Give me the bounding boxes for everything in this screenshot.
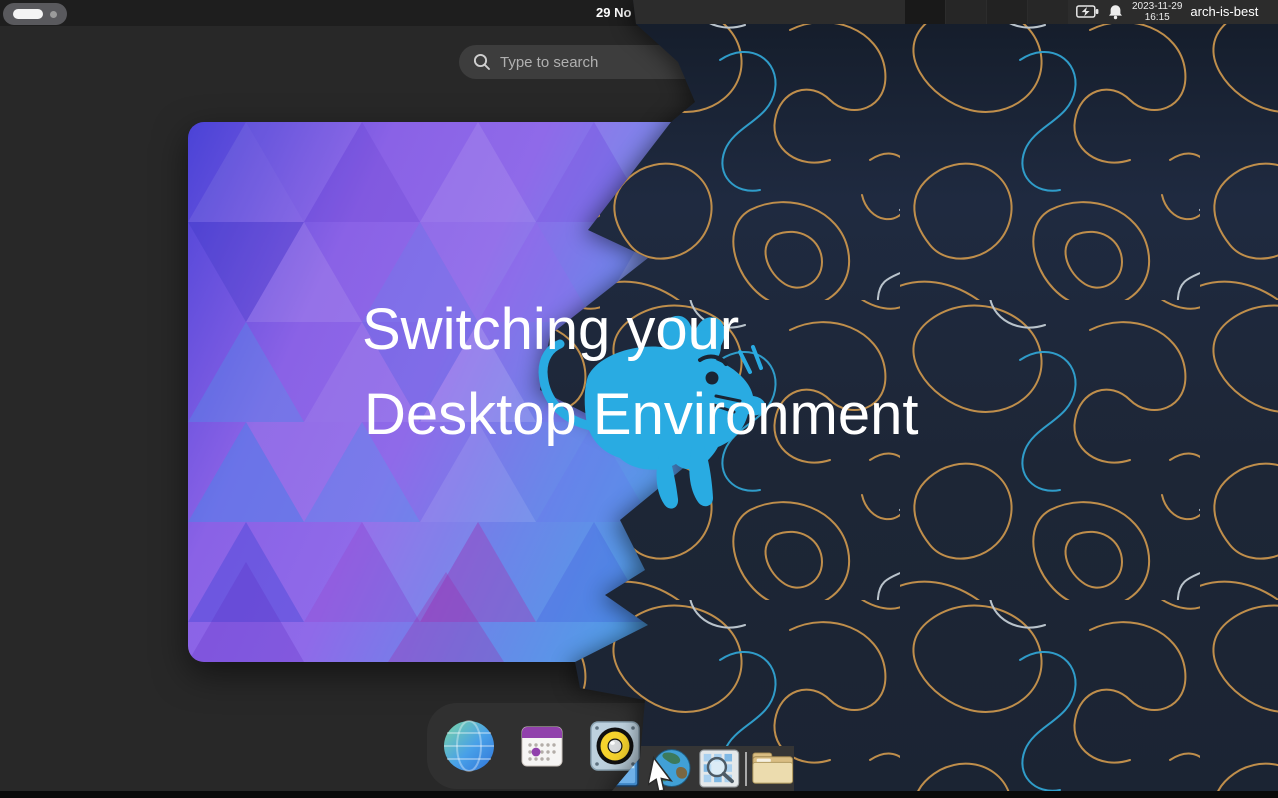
web-browser-globe-icon[interactable] (648, 747, 691, 791)
workspace-cell-1[interactable] (905, 0, 945, 24)
application-finder-icon[interactable] (699, 748, 741, 790)
web-browser-icon (443, 720, 495, 772)
title-line-1: Switching your (362, 296, 739, 363)
workspace-pager (905, 0, 1069, 24)
calendar-icon (520, 723, 564, 769)
dock-separator (745, 752, 747, 786)
workspace-dot (50, 11, 57, 18)
workspace-cell-4[interactable] (1028, 0, 1068, 24)
xfce-clock-time: 16:15 (1145, 12, 1170, 23)
hostname-label: arch-is-best (1190, 0, 1258, 24)
workspace-cell-2[interactable] (946, 0, 986, 24)
workspace-indicator[interactable] (3, 3, 67, 25)
speaker-icon (590, 721, 640, 771)
xfce-clock[interactable]: 2023-11-29 16:15 (1132, 0, 1182, 24)
bottom-letterbox (0, 791, 1278, 798)
xfce-clock-date: 2023-11-29 (1132, 1, 1182, 12)
dash-app-speaker[interactable] (589, 720, 641, 772)
xfce-tray: 2023-11-29 16:15 arch-is-best (1076, 0, 1258, 24)
notification-bell-icon[interactable] (1107, 4, 1124, 21)
title-line-2: Desktop Environment (364, 381, 918, 448)
file-manager-icon[interactable] (751, 750, 794, 788)
dash-app-web[interactable] (443, 720, 495, 772)
battery-icon[interactable] (1076, 5, 1099, 19)
workspace-active-pill (13, 9, 43, 19)
workspace-cell-3[interactable] (987, 0, 1027, 24)
dash-app-calendar[interactable] (516, 720, 568, 772)
gnome-clock[interactable]: 29 No (596, 0, 631, 26)
search-placeholder: Type to search (500, 54, 598, 71)
desktop-composite: 29 No Type to search (0, 0, 1278, 798)
search-icon (473, 53, 491, 71)
